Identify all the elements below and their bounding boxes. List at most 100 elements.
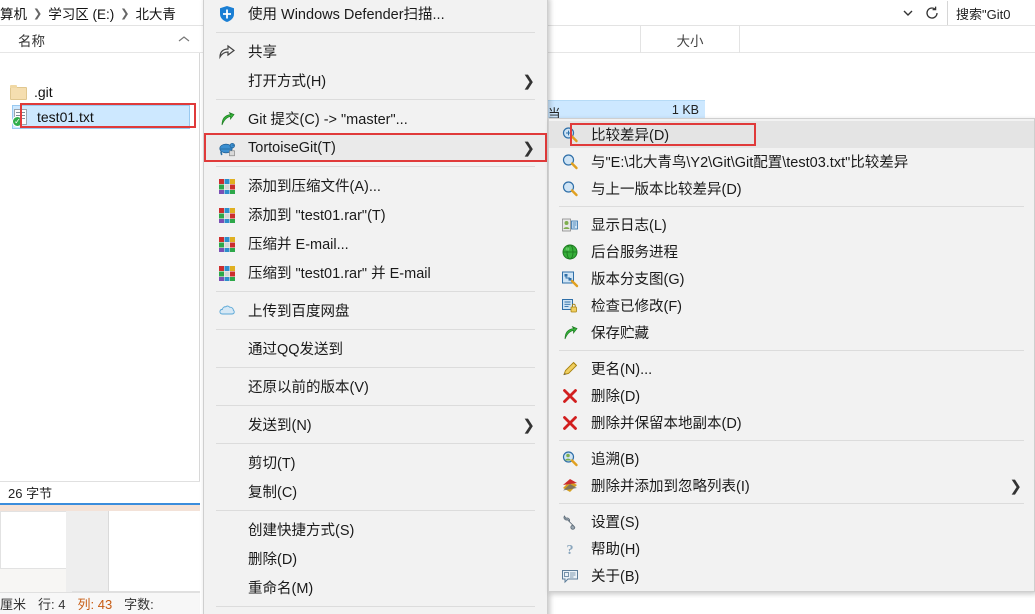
menu-item-label: 添加到压缩文件(A)... bbox=[248, 179, 381, 195]
word-status-bar: 厘米 行: 4 列: 43 字数: bbox=[0, 592, 200, 614]
check-modifications-icon bbox=[561, 297, 579, 315]
submenu-item-show-log[interactable]: 显示日志(L) bbox=[549, 211, 1034, 238]
word-page-right bbox=[108, 511, 200, 603]
submenu-item-rename[interactable]: 更名(N)... bbox=[549, 355, 1034, 382]
chevron-right-icon: ❯ bbox=[1009, 477, 1022, 495]
tortoise-icon bbox=[218, 139, 236, 157]
folder-icon bbox=[10, 85, 27, 100]
menu-item-label: 打开方式(H) bbox=[248, 74, 327, 90]
menu-item-label: 压缩到 "test01.rar" 并 E-mail bbox=[248, 266, 431, 282]
submenu-item-diff-with-file[interactable]: 与"E:\北大青鸟\Y2\Git\Git配置\test03.txt"比较差异 bbox=[549, 148, 1034, 175]
breadcrumb-item-0[interactable]: 算机 bbox=[0, 3, 27, 23]
submenu-item-blame[interactable]: 追溯(B) bbox=[549, 445, 1034, 472]
chevron-right-icon: ❯ bbox=[522, 416, 535, 434]
menu-item-add-to-test01-rar[interactable]: 添加到 "test01.rar"(T) bbox=[204, 200, 547, 229]
menu-separator bbox=[216, 291, 535, 292]
submenu-item-label: 检查已修改(F) bbox=[591, 299, 683, 315]
menu-item-compress-to-test01-rar-and-email[interactable]: 压缩到 "test01.rar" 并 E-mail bbox=[204, 258, 547, 287]
submenu-item-stash-save[interactable]: 保存贮藏 bbox=[549, 319, 1034, 346]
delete-x-icon bbox=[561, 387, 579, 405]
git-status-check-icon: ✓ bbox=[12, 115, 23, 127]
submenu-separator bbox=[559, 503, 1024, 504]
menu-item-upload-to-baidu-netdisk[interactable]: 上传到百度网盘 bbox=[204, 296, 547, 325]
menu-item-send-to[interactable]: 发送到(N) ❯ bbox=[204, 410, 547, 439]
menu-item-windows-defender-scan[interactable]: 使用 Windows Defender扫描... bbox=[204, 0, 547, 28]
submenu-item-label: 与"E:\北大青鸟\Y2\Git\Git配置\test03.txt"比较差异 bbox=[591, 155, 909, 171]
chevron-down-icon[interactable] bbox=[898, 3, 918, 23]
submenu-item-background-service[interactable]: 后台服务进程 bbox=[549, 238, 1034, 265]
winrar-icon bbox=[218, 177, 236, 195]
menu-item-open-with[interactable]: 打开方式(H) ❯ bbox=[204, 66, 547, 95]
menu-separator bbox=[216, 329, 535, 330]
submenu-item-delete-and-ignore[interactable]: 删除并添加到忽略列表(I) ❯ bbox=[549, 472, 1034, 499]
menu-item-copy[interactable]: 复制(C) bbox=[204, 477, 547, 506]
submenu-item-label: 帮助(H) bbox=[591, 542, 641, 558]
submenu-item-delete-keep-local[interactable]: 删除并保留本地副本(D) bbox=[549, 409, 1034, 436]
share-icon bbox=[218, 43, 236, 61]
menu-item-share[interactable]: 共享 bbox=[204, 37, 547, 66]
submenu-item-diff-with-previous-version[interactable]: 与上一版本比较差异(D) bbox=[549, 175, 1034, 202]
menu-item-label: 删除(D) bbox=[248, 552, 298, 568]
breadcrumb-separator-icon: ❯ bbox=[120, 7, 130, 20]
menu-item-cut[interactable]: 剪切(T) bbox=[204, 448, 547, 477]
submenu-item-label: 与上一版本比较差异(D) bbox=[591, 182, 742, 198]
menu-item-label: 剪切(T) bbox=[248, 456, 296, 472]
menu-item-label: 重命名(M) bbox=[248, 581, 314, 597]
search-input[interactable]: 搜索"Git0 bbox=[947, 1, 1035, 25]
about-icon bbox=[561, 567, 579, 585]
stash-save-icon bbox=[561, 324, 579, 342]
menu-separator bbox=[216, 99, 535, 100]
menu-item-label: 通过QQ发送到 bbox=[248, 342, 344, 358]
menu-item-git-commit[interactable]: Git 提交(C) -> "master"... bbox=[204, 104, 547, 133]
screen: 算机 ❯ 学习区 (E:) ❯ 北大青 搜索"Git0 名称 大小 .git ✓… bbox=[0, 0, 1035, 614]
help-question-icon: ? bbox=[561, 540, 579, 558]
submenu-item-check-modifications[interactable]: 检查已修改(F) bbox=[549, 292, 1034, 319]
menu-item-compress-and-email[interactable]: 压缩并 E-mail... bbox=[204, 229, 547, 258]
list-item[interactable]: .git bbox=[10, 80, 190, 104]
breadcrumb-item-2[interactable]: 北大青 bbox=[135, 3, 176, 23]
submenu-separator bbox=[559, 206, 1024, 207]
menu-item-rename[interactable]: 重命名(M) bbox=[204, 573, 547, 602]
submenu-item-label: 删除并添加到忽略列表(I) bbox=[591, 479, 750, 495]
menu-separator bbox=[216, 166, 535, 167]
submenu-item-about[interactable]: 关于(B) bbox=[549, 562, 1034, 589]
explorer-status-bar: 26 字节 bbox=[0, 481, 200, 505]
context-menu[interactable]: 使用 Windows Defender扫描... 共享 打开方式(H) ❯ Gi… bbox=[203, 0, 548, 614]
submenu-item-label: 后台服务进程 bbox=[591, 245, 678, 261]
menu-item-label: 创建快捷方式(S) bbox=[248, 523, 355, 539]
refresh-icon[interactable] bbox=[921, 2, 943, 24]
list-item-label: test01.txt bbox=[37, 109, 94, 125]
menu-item-label: 使用 Windows Defender扫描... bbox=[248, 7, 445, 23]
submenu-item-label: 删除并保留本地副本(D) bbox=[591, 416, 742, 432]
tortoisegit-submenu[interactable]: 比较差异(D) 与"E:\北大青鸟\Y2\Git\Git配置\test03.tx… bbox=[548, 118, 1035, 592]
show-log-icon bbox=[561, 216, 579, 234]
column-header-size[interactable]: 大小 bbox=[640, 26, 740, 53]
breadcrumb-item-1[interactable]: 学习区 (E:) bbox=[48, 3, 114, 23]
list-item[interactable]: ✓ test01.txt bbox=[12, 105, 190, 129]
breadcrumb[interactable]: 算机 ❯ 学习区 (E:) ❯ 北大青 bbox=[0, 3, 176, 23]
menu-item-add-to-archive[interactable]: 添加到压缩文件(A)... bbox=[204, 171, 547, 200]
menu-item-send-via-qq[interactable]: 通过QQ发送到 bbox=[204, 334, 547, 363]
sort-ascending-icon bbox=[178, 32, 190, 46]
word-status-line: 行: 4 bbox=[38, 597, 66, 612]
menu-separator bbox=[216, 443, 535, 444]
menu-item-restore-previous-versions[interactable]: 还原以前的版本(V) bbox=[204, 372, 547, 401]
submenu-item-diff[interactable]: 比较差异(D) bbox=[549, 121, 1034, 148]
column-header-name[interactable]: 名称 bbox=[18, 26, 45, 53]
word-status-wordcount: 字数: bbox=[124, 597, 154, 612]
rename-pencil-icon bbox=[561, 360, 579, 378]
submenu-item-delete[interactable]: 删除(D) bbox=[549, 382, 1034, 409]
magnifier-icon bbox=[561, 180, 579, 198]
list-item-label: .git bbox=[34, 84, 53, 100]
submenu-item-help[interactable]: ? 帮助(H) bbox=[549, 535, 1034, 562]
menu-item-label: 压缩并 E-mail... bbox=[248, 237, 349, 253]
menu-item-create-shortcut[interactable]: 创建快捷方式(S) bbox=[204, 515, 547, 544]
submenu-item-settings[interactable]: 设置(S) bbox=[549, 508, 1034, 535]
word-status-unit: 厘米 bbox=[0, 597, 27, 612]
menu-separator bbox=[216, 606, 535, 607]
content-row-selected[interactable]: 当 1 KB bbox=[545, 100, 705, 121]
menu-item-delete[interactable]: 删除(D) bbox=[204, 544, 547, 573]
submenu-item-revision-graph[interactable]: 版本分支图(G) bbox=[549, 265, 1034, 292]
menu-item-tortoisegit[interactable]: TortoiseGit(T) ❯ bbox=[204, 133, 547, 162]
menu-separator bbox=[216, 405, 535, 406]
